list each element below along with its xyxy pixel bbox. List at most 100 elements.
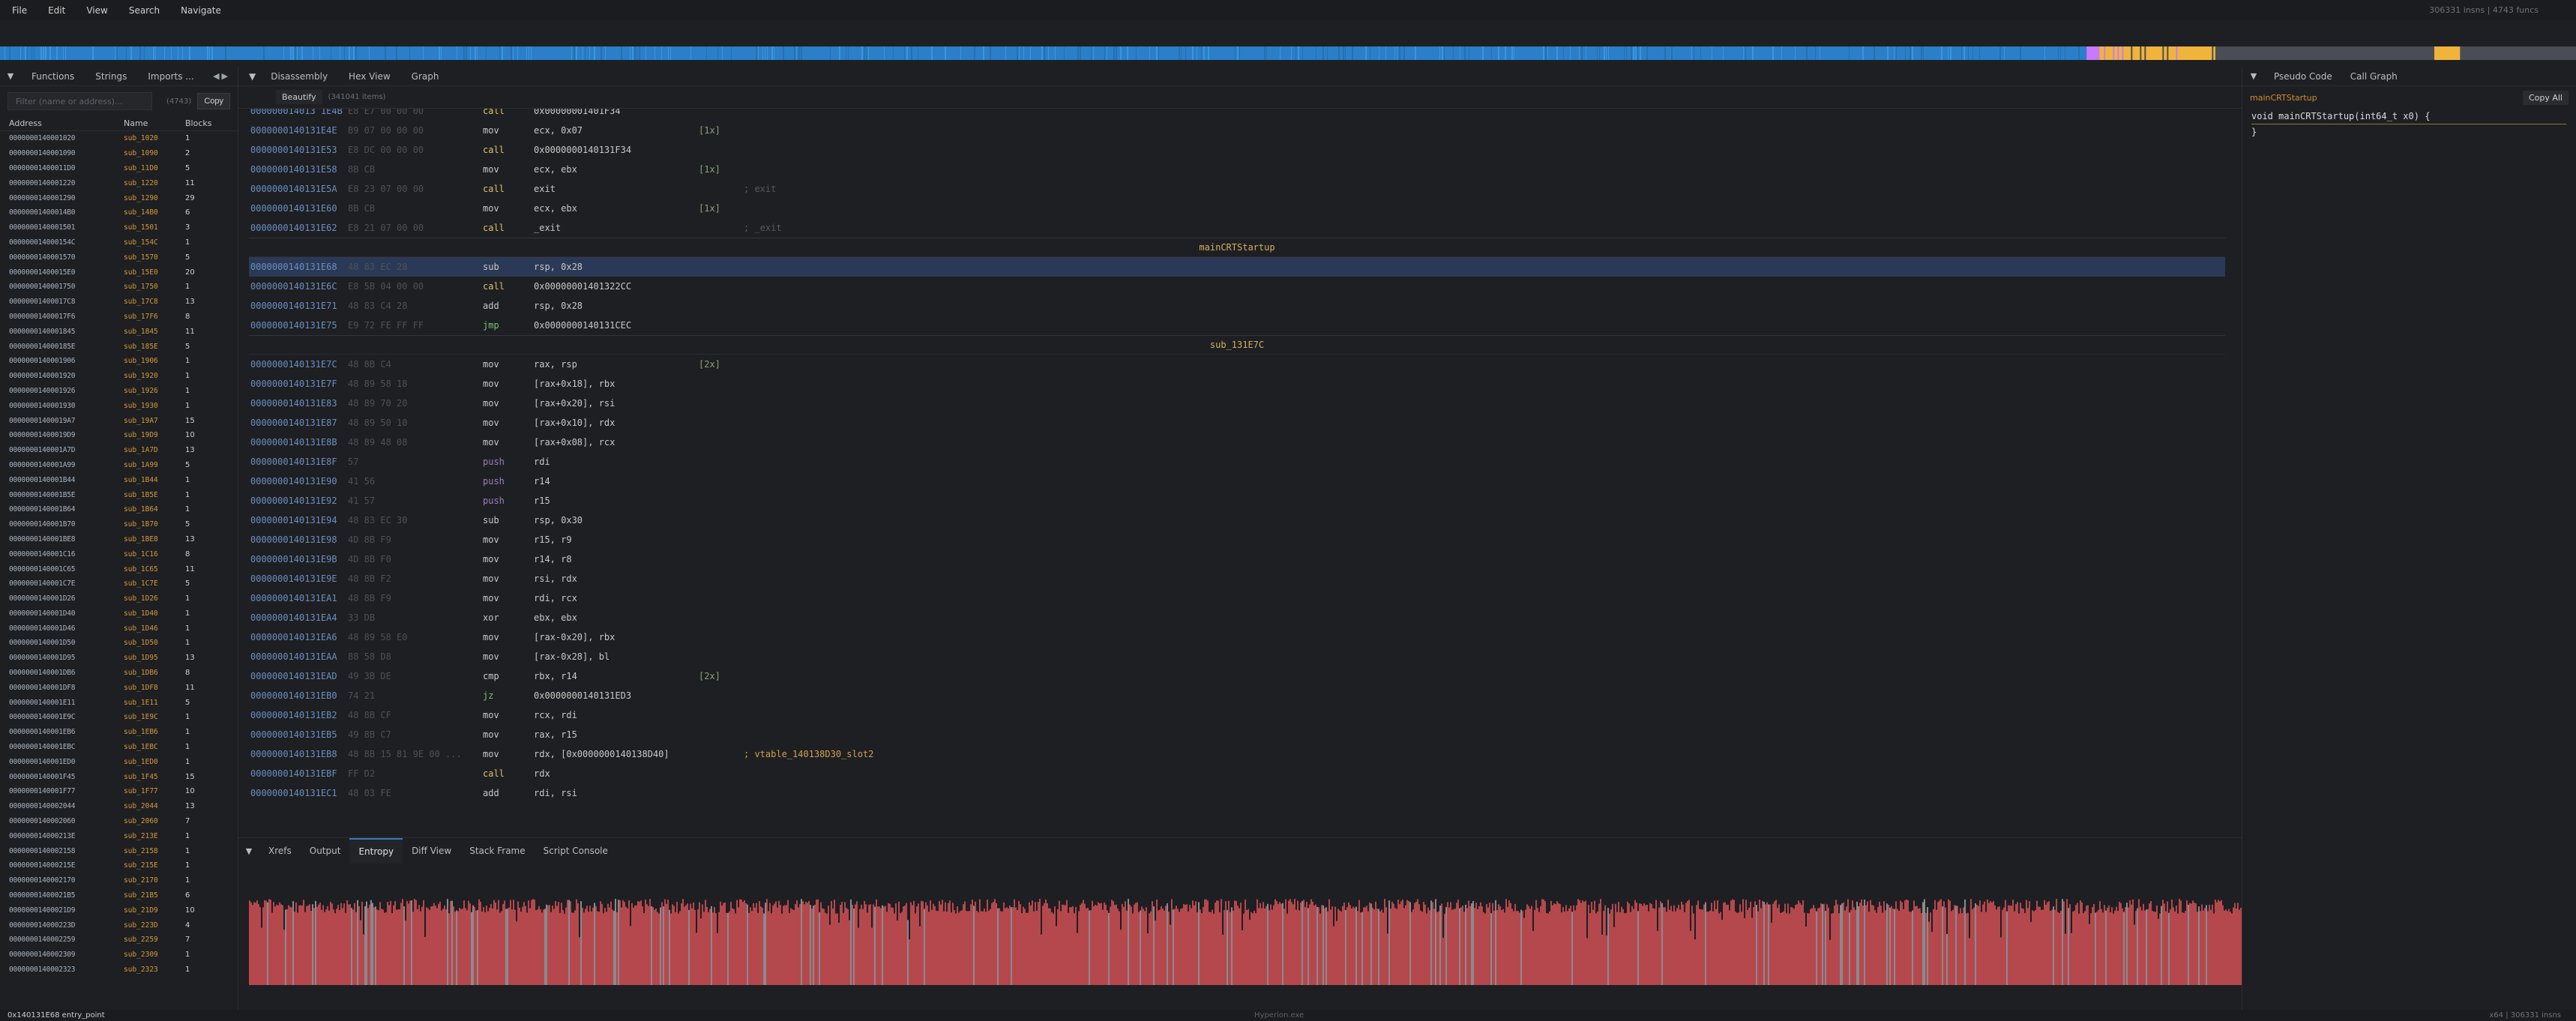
- instruction-row[interactable]: 0000000140131EAA 88 58 D8 mov [rax-0x28], b…: [249, 647, 2225, 666]
- tab-hex-view[interactable]: Hex View: [338, 71, 401, 82]
- function-row[interactable]: 00000001400019A7 sub_19A7 15: [0, 413, 238, 428]
- instruction-row[interactable]: 0000000140131E7F 48 89 58 18 mov [rax+0x18]…: [249, 374, 2225, 394]
- instruction-row[interactable]: 0000000140131E92 41 57 push r15: [249, 491, 2225, 511]
- function-row[interactable]: 00000001400021B5 sub_21B5 6: [0, 888, 238, 903]
- instruction-row[interactable]: 0000000140131E83 48 89 70 20 mov [rax+0x20]…: [249, 394, 2225, 413]
- instruction-row[interactable]: 0000000140131E94 48 83 EC 30 sub rsp, 0x30: [249, 511, 2225, 530]
- function-row[interactable]: 0000000140001090 sub_1090 2: [0, 146, 238, 161]
- function-row[interactable]: 0000000140001ED0 sub_1ED0 1: [0, 754, 238, 769]
- function-row[interactable]: 000000014000213E sub_213E 1: [0, 828, 238, 843]
- menu-edit[interactable]: Edit: [37, 5, 76, 16]
- instruction-row[interactable]: 0000000140131EB0 74 21 jz 0x0000000140131ED…: [249, 686, 2225, 705]
- function-row[interactable]: 0000000140002060 sub_2060 7: [0, 814, 238, 829]
- function-row[interactable]: 00000001400015E0 sub_15E0 20: [0, 265, 238, 280]
- function-row[interactable]: 00000001400011D0 sub_11D0 5: [0, 161, 238, 176]
- menu-search[interactable]: Search: [118, 5, 170, 16]
- instruction-row[interactable]: 0000000140131EB8 48 8B 15 81 9E 00 ... mov…: [249, 744, 2225, 764]
- function-row[interactable]: 0000000140001845 sub_1845 11: [0, 324, 238, 339]
- instruction-row[interactable]: 0000000140131EAD 49 3B DE cmp rbx, r14 [2x]: [249, 666, 2225, 686]
- function-row[interactable]: 0000000140001501 sub_1501 3: [0, 220, 238, 235]
- instruction-row[interactable]: 0000000140131E9E 48 8B F2 mov rsi, rdx: [249, 569, 2225, 588]
- column-name[interactable]: Name: [115, 118, 176, 128]
- center-filter-funnel-icon[interactable]: ▼: [238, 71, 260, 82]
- instruction-row[interactable]: 0000000140131E8F 57 push rdi: [249, 452, 2225, 472]
- instruction-row[interactable]: 0000000140131EC1 48 03 FE add rdi, rsi: [249, 783, 2225, 803]
- instruction-row[interactable]: 0000000140131E75 E9 72 FE FF FF jmp 0x00000…: [249, 316, 2225, 335]
- function-row[interactable]: 0000000140001A99 sub_1A99 5: [0, 458, 238, 473]
- instruction-row[interactable]: 0000000140131E98 4D 8B F9 mov r15, r9: [249, 530, 2225, 549]
- instruction-row[interactable]: 0000000140131E6C E8 5B 04 00 00 call 0x0000…: [249, 277, 2225, 296]
- function-row[interactable]: 0000000140001B70 sub_1B70 5: [0, 517, 238, 532]
- instruction-row[interactable]: 0000000140131E9B 4D 8B F0 mov r14, r8: [249, 549, 2225, 569]
- function-row[interactable]: 0000000140002170 sub_2170 1: [0, 873, 238, 888]
- instruction-row[interactable]: 0000000140131EA1 48 8B F9 mov rdi, rcx: [249, 588, 2225, 608]
- beautify-button[interactable]: Beautify: [276, 90, 322, 104]
- instruction-row[interactable]: 0000000140131E58 8B CB mov ecx, ebx [1x]: [249, 160, 2225, 179]
- tab-output[interactable]: Output: [301, 838, 350, 864]
- instruction-row[interactable]: 0000000140131E60 8B CB mov ecx, ebx [1x]: [249, 199, 2225, 218]
- tab-graph[interactable]: Graph: [401, 71, 450, 82]
- instruction-row[interactable]: 0000000140131E90 41 56 push r14: [249, 472, 2225, 491]
- function-row[interactable]: 0000000140001C65 sub_1C65 11: [0, 561, 238, 576]
- function-row[interactable]: 0000000140001E11 sub_1E11 5: [0, 695, 238, 710]
- instruction-row[interactable]: 0000000140131E4E B9 07 00 00 00 mov ecx, 0x…: [249, 121, 2225, 140]
- function-row[interactable]: 0000000140002259 sub_2259 7: [0, 933, 238, 948]
- tab-disassembly[interactable]: Disassembly: [260, 71, 338, 82]
- function-row[interactable]: 0000000140001A7D sub_1A7D 13: [0, 443, 238, 458]
- function-row[interactable]: 0000000140001DB6 sub_1DB6 8: [0, 666, 238, 681]
- instruction-row[interactable]: 000000014013 1E4B E8 E7 00 00 00 call 0x000…: [249, 109, 2225, 121]
- function-row[interactable]: 0000000140001906 sub_1906 1: [0, 354, 238, 369]
- instruction-row[interactable]: 0000000140131EBF FF D2 call rdx: [249, 764, 2225, 783]
- function-section-header[interactable]: mainCRTStartup: [249, 238, 2225, 257]
- function-row[interactable]: 00000001400021D9 sub_21D9 10: [0, 903, 238, 918]
- instruction-row[interactable]: 0000000140131E8B 48 89 48 08 mov [rax+0x08]…: [249, 433, 2225, 452]
- menu-view[interactable]: View: [76, 5, 118, 16]
- instruction-row[interactable]: 0000000140131EA6 48 89 58 E0 mov [rax-0x20]…: [249, 627, 2225, 647]
- function-row[interactable]: 00000001400017F6 sub_17F6 8: [0, 310, 238, 325]
- function-row[interactable]: 0000000140001D95 sub_1D95 13: [0, 651, 238, 666]
- tab-strings[interactable]: Strings: [85, 71, 137, 82]
- instruction-row[interactable]: 0000000140131E71 48 83 C4 28 add rsp, 0x28: [249, 296, 2225, 316]
- function-row[interactable]: 0000000140001DF8 sub_1DF8 11: [0, 680, 238, 695]
- tab-entropy[interactable]: Entropy: [349, 838, 403, 864]
- bottom-filter-funnel-icon[interactable]: ▼: [238, 846, 259, 856]
- column-address[interactable]: Address: [0, 118, 115, 128]
- function-row[interactable]: 0000000140002158 sub_2158 1: [0, 843, 238, 858]
- function-row[interactable]: 00000001400014B0 sub_14B0 6: [0, 205, 238, 220]
- function-row[interactable]: 0000000140002323 sub_2323 1: [0, 963, 238, 978]
- instruction-row[interactable]: 0000000140131EB2 48 8B CF mov rcx, rdi: [249, 705, 2225, 725]
- function-row[interactable]: 0000000140001570 sub_1570 5: [0, 250, 238, 265]
- function-row[interactable]: 0000000140001290 sub_1290 29: [0, 190, 238, 205]
- menu-file[interactable]: File: [0, 5, 37, 16]
- function-row[interactable]: 0000000140001B64 sub_1B64 1: [0, 502, 238, 517]
- function-row[interactable]: 0000000140001C7E sub_1C7E 5: [0, 576, 238, 591]
- function-row[interactable]: 0000000140001F77 sub_1F77 10: [0, 784, 238, 799]
- instruction-row[interactable]: 0000000140131E62 E8 21 07 00 00 call _exit;…: [249, 218, 2225, 238]
- function-row[interactable]: 0000000140002309 sub_2309 1: [0, 948, 238, 963]
- filter-funnel-icon[interactable]: ▼: [0, 71, 21, 81]
- function-row[interactable]: 000000014000215E sub_215E 1: [0, 858, 238, 873]
- pseudocode-view[interactable]: void mainCRTStartup(int64_t x0) { }: [2242, 109, 2576, 139]
- instruction-row[interactable]: 0000000140131EB5 49 8B C7 mov rax, r15: [249, 725, 2225, 744]
- function-row[interactable]: 000000014000223D sub_223D 4: [0, 918, 238, 933]
- tab-pseudo-code[interactable]: Pseudo Code: [2265, 71, 2341, 82]
- function-row[interactable]: 0000000140001D50 sub_1D50 1: [0, 636, 238, 651]
- function-row[interactable]: 0000000140001020 sub_1020 1: [0, 131, 238, 146]
- tab-diff-view[interactable]: Diff View: [403, 838, 460, 864]
- function-row[interactable]: 0000000140001F45 sub_1F45 15: [0, 769, 238, 784]
- disassembly-listing[interactable]: 000000014013 1E4B E8 E7 00 00 00 call 0x000…: [249, 109, 2225, 815]
- function-row[interactable]: 0000000140001926 sub_1926 1: [0, 384, 238, 399]
- instruction-row[interactable]: 0000000140131E87 48 89 50 10 mov [rax+0x10]…: [249, 413, 2225, 433]
- right-filter-funnel-icon[interactable]: ▼: [2242, 71, 2265, 81]
- tab-call-graph[interactable]: Call Graph: [2341, 71, 2407, 82]
- function-row[interactable]: 00000001400017C8 sub_17C8 13: [0, 295, 238, 310]
- instruction-row[interactable]: 0000000140131E68 48 83 EC 28 sub rsp, 0x28: [249, 257, 2225, 277]
- tab-xrefs[interactable]: Xrefs: [259, 838, 301, 864]
- function-row[interactable]: 0000000140001D40 sub_1D40 1: [0, 606, 238, 621]
- function-row[interactable]: 0000000140001750 sub_1750 1: [0, 280, 238, 295]
- function-row[interactable]: 0000000140001D26 sub_1D26 1: [0, 591, 238, 606]
- column-blocks[interactable]: Blocks: [176, 118, 221, 128]
- function-row[interactable]: 0000000140002044 sub_2044 13: [0, 799, 238, 814]
- function-filter-input[interactable]: [7, 92, 153, 110]
- function-row[interactable]: 00000001400019D9 sub_19D9 10: [0, 428, 238, 443]
